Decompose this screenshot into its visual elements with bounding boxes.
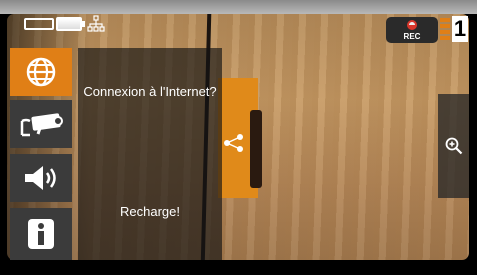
menu-item-sound[interactable] — [10, 154, 72, 202]
zoom-button[interactable] — [438, 94, 469, 198]
globe-icon — [26, 57, 56, 87]
battery-tip — [82, 21, 85, 27]
menu-item-info[interactable] — [10, 208, 72, 260]
menu-item-camera[interactable] — [10, 100, 72, 148]
message-panel: Connexion à l'Internet? Recharge! — [78, 48, 222, 260]
channel-number: 1 — [452, 16, 468, 42]
menu-item-internet[interactable] — [10, 48, 72, 96]
recharge-prompt[interactable]: Recharge! — [78, 204, 222, 220]
camera-icon — [20, 113, 63, 137]
share-icon — [224, 134, 243, 152]
zoom-in-icon — [445, 137, 462, 155]
rec-label: REC — [403, 32, 421, 41]
internet-prompt[interactable]: Connexion à l'Internet? — [78, 84, 222, 100]
rec-button[interactable]: REC — [386, 17, 438, 43]
battery-empty-icon — [24, 18, 54, 30]
battery-full-icon — [56, 17, 82, 31]
top-strip — [0, 0, 477, 14]
speaker-icon — [25, 166, 56, 190]
level-bars-icon — [440, 18, 450, 40]
info-icon — [28, 219, 54, 249]
rec-dot-icon — [407, 20, 417, 30]
object-dark — [250, 110, 262, 188]
network-icon — [87, 15, 105, 32]
side-menu — [10, 48, 76, 260]
